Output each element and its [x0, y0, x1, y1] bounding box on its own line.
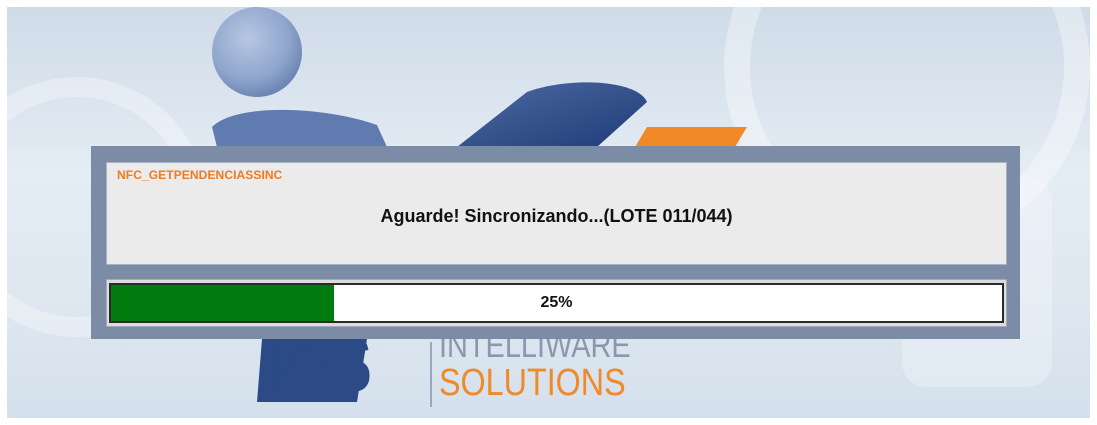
progress-percent-label: 25%: [540, 294, 573, 311]
progress-panel: 25%: [106, 279, 1007, 327]
sync-status-message: Aguarde! Sincronizando...(LOTE 011/044): [380, 206, 733, 226]
sync-progress-dialog: NFC_GETPENDENCIASSINC Aguarde! Sincroniz…: [91, 146, 1020, 339]
operation-code-label: NFC_GETPENDENCIASSINC: [117, 168, 283, 182]
logo-dot-shape: [212, 7, 302, 97]
message-panel: NFC_GETPENDENCIASSINC Aguarde! Sincroniz…: [106, 162, 1007, 265]
progress-bar: 25%: [109, 283, 1004, 323]
logo-wordmark-solutions: SOLUTIONS: [439, 362, 626, 404]
